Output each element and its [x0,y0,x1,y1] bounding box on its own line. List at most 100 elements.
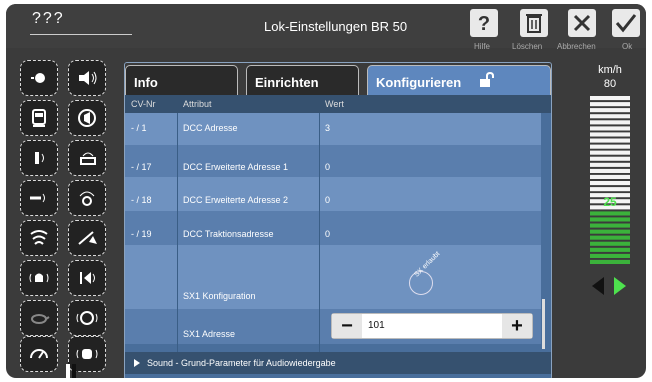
turtle-icon [31,314,50,324]
function-button-cabin[interactable] [20,100,58,136]
row-attribute: SX1 Adresse [183,329,236,339]
row-cv: - / 17 [131,162,152,172]
speed-value: 25 [603,195,617,209]
speed-bar-segment [590,217,630,222]
tab-setup[interactable]: Einrichten [246,65,359,95]
table-row[interactable]: - / 17 DCC Erweiterte Adresse 1 0 [125,145,541,177]
speed-bar-segment [590,259,630,264]
speed-bar-segment [590,229,630,234]
table-header: CV-Nr Attribut Wert [125,95,551,113]
function-scroll-thumb[interactable] [66,364,76,378]
speed-bar-segment [590,108,630,113]
header-attribute: Attribut [183,99,212,109]
function-button-sound[interactable] [68,60,106,96]
help-label: Hilfe [474,42,491,51]
speed-bar-segment [590,247,630,252]
address-stepper: − 101 + [331,313,533,339]
page-title: Lok-Einstellungen BR 50 [264,19,408,34]
speed-bar-segment [590,211,630,216]
function-button-light[interactable] [20,60,58,96]
row-attribute: SX1 Konfiguration [183,291,256,301]
tab-info[interactable]: Info [125,65,238,95]
horn-icon [78,109,96,127]
forward-arrow-icon[interactable] [614,277,626,295]
trash-icon [526,14,542,33]
cancel-label: Abbrechen [557,42,596,51]
delete-label: Löschen [512,42,543,51]
cancel-button[interactable] [568,9,596,37]
fan-icon [79,191,95,206]
row-attribute: DCC Erweiterte Adresse 1 [183,162,289,172]
ok-label: Ok [622,42,633,51]
table-scrollbar[interactable] [542,299,545,349]
tab-configure[interactable]: Konfigurieren [367,65,551,95]
speed-bar-segment [590,144,630,149]
row-value: 0 [325,162,331,172]
help-button[interactable]: ? [470,9,498,37]
function-button-shovel[interactable] [68,220,106,256]
header-value: Wert [325,99,344,109]
function-button-bell[interactable] [20,260,58,296]
decrement-button[interactable]: − [332,314,362,338]
function-button-volume[interactable] [68,260,106,296]
help-icon: ? [478,13,490,35]
row-attribute: DCC Erweiterte Adresse 2 [183,195,289,205]
speed-bar-segment [590,150,630,155]
section-label: Sound - Grund-Parameter für Audiowiederg… [147,358,336,368]
section-row-sound[interactable]: Sound - Grund-Parameter für Audiowiederg… [125,352,551,374]
row-cv: - / 18 [131,195,152,205]
table-row[interactable]: - / 1 DCC Adresse 3 [125,113,541,145]
speed-bar-segment [590,168,630,173]
check-icon [615,14,637,33]
function-button-steam[interactable] [20,220,58,256]
speaker-icon [79,71,97,85]
function-button-whistle[interactable] [20,180,58,216]
speed-bar-segment [590,181,630,186]
function-button-brake[interactable] [68,300,106,336]
row-attribute: DCC Traktionsadresse [183,229,274,239]
speed-bar-segment [590,241,630,246]
speed-bar-segment [590,174,630,179]
top-bar: ??? Lok-Einstellungen BR 50 ? Hilfe Lösc… [6,4,646,51]
svg-text:?: ? [478,13,490,35]
reverse-arrow-icon[interactable] [592,277,604,295]
bell-icon [29,273,49,283]
function-button-signal[interactable] [20,140,58,176]
brake-sound-icon [76,311,98,325]
speed-bar-segment [590,235,630,240]
speed-unit: km/h [598,64,622,76]
address-input[interactable]: 101 [368,320,385,331]
gauge-icon [30,349,48,359]
increment-button[interactable]: + [502,314,532,338]
table-row[interactable]: - / 19 DCC Traktionsadresse 0 [125,211,541,245]
shovel-icon [78,231,97,245]
header-cv: CV-Nr [131,99,156,109]
speed-max: 80 [603,78,617,90]
speed-bar-segment [590,187,630,192]
steam-icon [30,230,48,245]
loco-name-underline [30,34,132,35]
tab-info-label: Info [134,75,158,90]
coupler-sound-icon [80,152,96,165]
speed-bar-segment [590,156,630,161]
table-row[interactable]: - / 18 DCC Erweiterte Adresse 2 0 [125,177,541,211]
light-icon [31,73,45,83]
speed-bar[interactable] [590,96,630,266]
function-button-fan[interactable] [68,180,106,216]
loco-name[interactable]: ??? [32,10,65,28]
row-value: 0 [325,229,331,239]
delete-button[interactable] [520,9,548,37]
unlock-icon [480,72,494,87]
table-row[interactable]: SX1 Konfiguration SX erlaubt [125,245,541,309]
speed-bar-segment [590,120,630,125]
row-cv: - / 19 [131,229,152,239]
direction-toggle[interactable] [592,276,628,296]
function-button-horn[interactable] [68,100,106,136]
announce-icon [76,349,98,359]
ok-button[interactable] [612,9,640,37]
function-button-shunting[interactable] [20,300,58,336]
function-button-coupler[interactable] [68,140,106,176]
config-panel: Info Einrichten Konfigurieren CV-Nr Attr… [124,62,552,378]
function-button-gauge[interactable] [20,336,58,372]
row-attribute: DCC Adresse [183,123,238,133]
